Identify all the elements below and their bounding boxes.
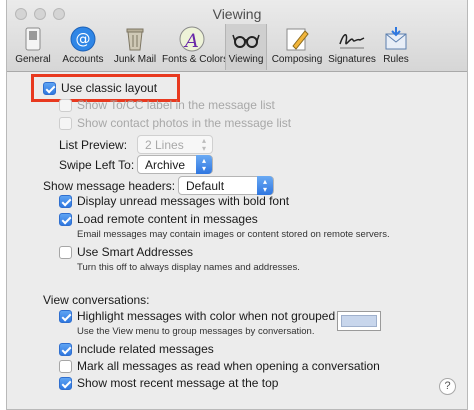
bold-unread-option[interactable]: Display unread messages with bold font xyxy=(59,194,289,208)
classic-layout-option[interactable]: Use classic layout xyxy=(43,81,157,95)
font-icon: A xyxy=(178,26,206,52)
swipe-left-row: Swipe Left To: Archive ▴ ▾ xyxy=(59,155,213,174)
viewing-pane: Use classic layout Show To/CC label in t… xyxy=(7,73,467,410)
envelope-icon xyxy=(382,26,410,52)
tab-viewing[interactable]: Viewing xyxy=(225,24,267,70)
option-label: Mark all messages as read when opening a… xyxy=(77,359,380,373)
svg-text:A: A xyxy=(183,30,199,52)
list-preview-label: List Preview: xyxy=(59,137,128,152)
option-label: Load remote content in messages xyxy=(77,212,258,226)
trash-icon xyxy=(121,26,149,52)
option-label: Use classic layout xyxy=(61,81,158,95)
tab-rules[interactable]: Rules xyxy=(379,24,413,70)
highlight-color-well[interactable] xyxy=(337,311,381,331)
color-swatch xyxy=(341,315,377,327)
option-label: Show To/CC label in the message list xyxy=(77,98,275,112)
signature-icon xyxy=(338,26,366,52)
include-related-checkbox[interactable] xyxy=(59,342,72,356)
highlight-color-note: Use the View menu to group messages by c… xyxy=(77,326,315,337)
list-preview-row: List Preview: 2 Lines ▴ ▾ xyxy=(59,135,213,154)
highlight-color-checkbox[interactable] xyxy=(59,309,72,323)
switch-icon xyxy=(19,26,47,52)
svg-text:@: @ xyxy=(76,30,91,48)
tab-label: Accounts xyxy=(62,54,104,65)
tab-label: Signatures xyxy=(328,54,376,65)
include-related-option[interactable]: Include related messages xyxy=(59,342,214,356)
swipe-left-select[interactable]: Archive ▴ ▾ xyxy=(137,155,213,174)
tocc-label-checkbox[interactable] xyxy=(59,98,72,112)
updown-arrows-icon: ▴ ▾ xyxy=(196,155,212,174)
most-recent-top-option[interactable]: Show most recent message at the top xyxy=(59,376,278,390)
list-preview-select[interactable]: 2 Lines ▴ ▾ xyxy=(137,135,213,154)
updown-arrows-icon: ▴ ▾ xyxy=(201,136,206,153)
load-remote-note: Email messages may contain images or con… xyxy=(77,229,390,240)
tocc-label-option[interactable]: Show To/CC label in the message list xyxy=(59,98,275,112)
glasses-icon xyxy=(232,26,260,52)
tab-label: Fonts & Colors xyxy=(162,54,229,65)
preferences-window: Viewing General @ Accounts Junk Mail A F… xyxy=(6,0,468,410)
option-label: Include related messages xyxy=(77,342,214,356)
pencil-icon xyxy=(283,26,311,52)
updown-arrows-icon: ▴ ▾ xyxy=(257,176,273,195)
tab-accounts[interactable]: @ Accounts xyxy=(59,24,107,70)
message-headers-value: Default xyxy=(186,178,225,193)
titlebar: Viewing General @ Accounts Junk Mail A F… xyxy=(7,0,467,72)
most-recent-top-checkbox[interactable] xyxy=(59,376,72,390)
smart-addresses-checkbox[interactable] xyxy=(59,245,72,259)
message-headers-select[interactable]: Default ▴ ▾ xyxy=(178,176,274,195)
option-label: Display unread messages with bold font xyxy=(77,194,290,208)
help-button[interactable]: ? xyxy=(439,378,456,395)
message-headers-row: Show message headers: Default ▴ ▾ xyxy=(43,176,274,195)
tab-label: General xyxy=(15,54,51,65)
tab-composing[interactable]: Composing xyxy=(270,24,324,70)
contact-photos-checkbox[interactable] xyxy=(59,116,72,130)
at-sign-icon: @ xyxy=(69,26,97,52)
list-preview-value: 2 Lines xyxy=(145,137,184,152)
classic-layout-checkbox[interactable] xyxy=(43,81,56,95)
mark-all-read-checkbox[interactable] xyxy=(59,359,72,373)
message-headers-label: Show message headers: xyxy=(43,178,176,193)
swipe-left-value: Archive xyxy=(145,157,186,172)
tab-signatures[interactable]: Signatures xyxy=(327,24,377,70)
window-title: Viewing xyxy=(212,6,262,22)
view-conversations-heading: View conversations: xyxy=(43,293,150,307)
tab-label: Junk Mail xyxy=(113,54,157,65)
tab-label: Rules xyxy=(383,54,409,65)
option-label: Show most recent message at the top xyxy=(77,376,279,390)
tab-label: Composing xyxy=(271,54,323,65)
smart-addresses-note: Turn this off to always display names an… xyxy=(77,262,300,273)
option-label: Show contact photos in the message list xyxy=(77,116,292,130)
smart-addresses-option[interactable]: Use Smart Addresses xyxy=(59,245,193,259)
bold-unread-checkbox[interactable] xyxy=(59,194,72,208)
mark-all-read-option[interactable]: Mark all messages as read when opening a… xyxy=(59,359,380,373)
tab-junk-mail[interactable]: Junk Mail xyxy=(111,24,159,70)
load-remote-checkbox[interactable] xyxy=(59,212,72,226)
option-label: Highlight messages with color when not g… xyxy=(77,309,336,323)
contact-photos-option[interactable]: Show contact photos in the message list xyxy=(59,116,291,130)
highlight-color-option[interactable]: Highlight messages with color when not g… xyxy=(59,309,335,323)
load-remote-option[interactable]: Load remote content in messages xyxy=(59,212,258,226)
tab-general[interactable]: General xyxy=(11,24,55,70)
option-label: Use Smart Addresses xyxy=(77,245,194,259)
tab-label: Viewing xyxy=(228,54,264,65)
tab-fonts-colors[interactable]: A Fonts & Colors xyxy=(162,24,229,70)
swipe-left-label: Swipe Left To: xyxy=(59,157,135,172)
